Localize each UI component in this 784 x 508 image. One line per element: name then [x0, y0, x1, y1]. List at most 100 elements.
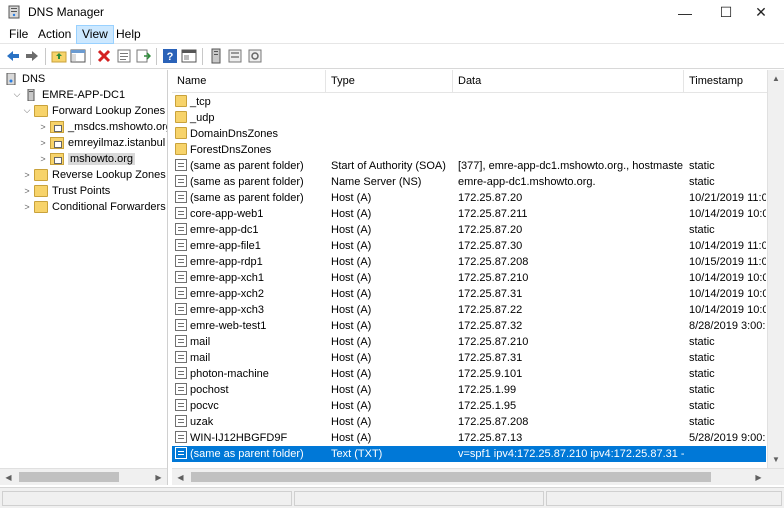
up-folder-icon[interactable]	[51, 48, 67, 64]
cell-data: 172.25.9.101	[458, 366, 684, 382]
list-item-folder[interactable]: _tcp	[172, 94, 766, 110]
cell-type-text: Name Server (NS)	[331, 176, 422, 188]
show-hide-tree-icon[interactable]	[70, 48, 86, 64]
list-vertical-scrollbar[interactable]: ▲ ▼	[767, 70, 784, 468]
menu-help[interactable]: Help	[111, 25, 146, 44]
list-item-folder[interactable]: DomainDnsZones	[172, 126, 766, 142]
dns-icon	[6, 72, 16, 85]
cell-data: 172.25.87.210	[458, 270, 684, 286]
help-icon[interactable]: ?	[162, 48, 178, 64]
server-icon[interactable]	[208, 48, 224, 64]
menu-action[interactable]: Action	[33, 25, 76, 44]
table-row[interactable]: uzak Host (A) 172.25.87.208 static	[172, 414, 766, 430]
collapse-chevron-icon[interactable]: ⌵	[12, 89, 22, 100]
tree-item-conditional-forwarders[interactable]: > Conditional Forwarders	[22, 199, 166, 214]
table-row[interactable]: core-app-web1 Host (A) 172.25.87.211 10/14/…	[172, 206, 766, 222]
dns-record-icon	[175, 447, 187, 459]
cell-name-text: core-app-web1	[190, 208, 264, 220]
tree-item-forward-lookup-zones[interactable]: ⌵ Forward Lookup Zones	[22, 103, 165, 118]
tree-item-zone-msdcs[interactable]: > _msdcs.mshowto.org	[38, 119, 167, 134]
scroll-left-arrow-icon[interactable]: ◀	[172, 469, 189, 485]
table-row[interactable]: WIN-IJ12HBGFD9F Host (A) 172.25.87.13 5/28/…	[172, 430, 766, 446]
delete-icon[interactable]	[96, 48, 112, 64]
cell-data-text: 172.25.87.32	[458, 320, 523, 332]
collapse-chevron-icon[interactable]: ⌵	[22, 105, 32, 116]
properties-icon[interactable]	[116, 48, 132, 64]
cell-timestamp-text: 8/28/2019 3:00:00...	[689, 320, 766, 332]
scroll-thumb[interactable]	[19, 472, 119, 482]
menu-view[interactable]: View	[76, 25, 114, 44]
folder-icon	[34, 200, 48, 213]
back-arrow-icon[interactable]	[5, 48, 21, 64]
cell-type: Start of Authority (SOA)	[331, 158, 453, 174]
toolbar: ?	[0, 44, 784, 69]
cell-data-text: v=spf1 ipv4:172.25.87.210 ipv4:172.25.87…	[458, 448, 684, 460]
table-row[interactable]: emre-app-xch1 Host (A) 172.25.87.210 10/14/…	[172, 270, 766, 286]
expand-chevron-icon[interactable]: >	[22, 170, 32, 180]
list-horizontal-scrollbar[interactable]: ◀ ▶	[172, 468, 784, 485]
table-row[interactable]: (same as parent folder) Name Server (NS) e…	[172, 174, 766, 190]
expand-chevron-icon[interactable]: >	[38, 154, 48, 164]
menu-file[interactable]: File	[4, 25, 33, 44]
expand-chevron-icon[interactable]: >	[38, 138, 48, 148]
scroll-thumb[interactable]	[191, 472, 711, 482]
cell-data: 172.25.87.210	[458, 334, 684, 350]
scroll-left-arrow-icon[interactable]: ◀	[0, 469, 17, 485]
cell-timestamp: 10/14/2019 10:00:...	[689, 206, 766, 222]
table-row[interactable]: pochost Host (A) 172.25.1.99 static	[172, 382, 766, 398]
table-row[interactable]: emre-app-xch3 Host (A) 172.25.87.22 10/14/2…	[172, 302, 766, 318]
table-row[interactable]: emre-app-xch2 Host (A) 172.25.87.31 10/14/2…	[172, 286, 766, 302]
tree-horizontal-scrollbar[interactable]: ◀ ▶	[0, 468, 167, 485]
table-row[interactable]: mail Host (A) 172.25.87.31 static	[172, 350, 766, 366]
scroll-down-arrow-icon[interactable]: ▼	[768, 451, 784, 468]
tree-item-trust-points[interactable]: > Trust Points	[22, 183, 110, 198]
scroll-right-arrow-icon[interactable]: ▶	[750, 469, 767, 485]
column-header-timestamp[interactable]: Timestamp	[684, 70, 766, 93]
cell-timestamp-text: static	[689, 336, 715, 348]
table-row[interactable]: photon-machine Host (A) 172.25.9.101 static	[172, 366, 766, 382]
tree-item-dns[interactable]: DNS	[4, 71, 45, 86]
cell-name: emre-app-rdp1	[175, 254, 325, 270]
dns-record-icon	[175, 367, 187, 379]
dns-record-icon	[175, 207, 187, 219]
table-row[interactable]: (same as parent folder) Start of Authorit…	[172, 158, 766, 174]
dns-record-icon	[175, 383, 187, 395]
cell-name: mail	[175, 350, 325, 366]
list-item-folder[interactable]: ForestDnsZones	[172, 142, 766, 158]
close-button[interactable]: ✕	[738, 0, 784, 25]
expand-chevron-icon[interactable]: >	[22, 186, 32, 196]
expand-chevron-icon[interactable]: >	[22, 202, 32, 212]
dns-record-icon	[175, 351, 187, 363]
table-row[interactable]: emre-app-dc1 Host (A) 172.25.87.20 static	[172, 222, 766, 238]
scroll-up-arrow-icon[interactable]: ▲	[768, 70, 784, 87]
table-row[interactable]: emre-app-file1 Host (A) 172.25.87.30 10/14/…	[172, 238, 766, 254]
column-header-type[interactable]: Type	[326, 70, 453, 93]
table-row[interactable]: emre-app-rdp1 Host (A) 172.25.87.208 10/15/…	[172, 254, 766, 270]
tree-item-zone-mshowto[interactable]: > mshowto.org	[38, 151, 135, 166]
reload-icon[interactable]	[247, 48, 263, 64]
table-row[interactable]: pocvc Host (A) 172.25.1.95 static	[172, 398, 766, 414]
tree-item-zone-emreyilmaz[interactable]: > emreyilmaz.istanbul	[38, 135, 165, 150]
table-row[interactable]: (same as parent folder) Text (TXT) v=spf1 …	[172, 446, 766, 462]
cell-type: Host (A)	[331, 270, 453, 286]
dns-record-icon	[175, 287, 187, 299]
cell-type-text: Host (A)	[331, 400, 372, 412]
update-server-data-icon[interactable]	[227, 48, 243, 64]
cell-timestamp-text: 10/14/2019 10:00:...	[689, 272, 766, 284]
column-header-data[interactable]: Data	[453, 70, 684, 93]
table-row[interactable]: (same as parent folder) Host (A) 172.25.87…	[172, 190, 766, 206]
tree-item-reverse-lookup-zones[interactable]: > Reverse Lookup Zones	[22, 167, 166, 182]
forward-arrow-icon[interactable]	[24, 48, 40, 64]
minimize-button[interactable]: —	[662, 0, 708, 25]
column-header-name[interactable]: Name	[172, 70, 326, 93]
table-row[interactable]: mail Host (A) 172.25.87.210 static	[172, 334, 766, 350]
export-list-icon[interactable]	[135, 48, 151, 64]
tree-item-server[interactable]: ⌵ EMRE-APP-DC1	[12, 87, 125, 102]
expand-chevron-icon[interactable]: >	[38, 122, 48, 132]
cell-name-text: DomainDnsZones	[190, 128, 279, 140]
list-item-folder[interactable]: _udp	[172, 110, 766, 126]
table-row[interactable]: emre-web-test1 Host (A) 172.25.87.32 8/28/2…	[172, 318, 766, 334]
scroll-right-arrow-icon[interactable]: ▶	[150, 469, 167, 485]
console-window-icon[interactable]	[181, 48, 197, 64]
svg-text:?: ?	[167, 51, 174, 63]
